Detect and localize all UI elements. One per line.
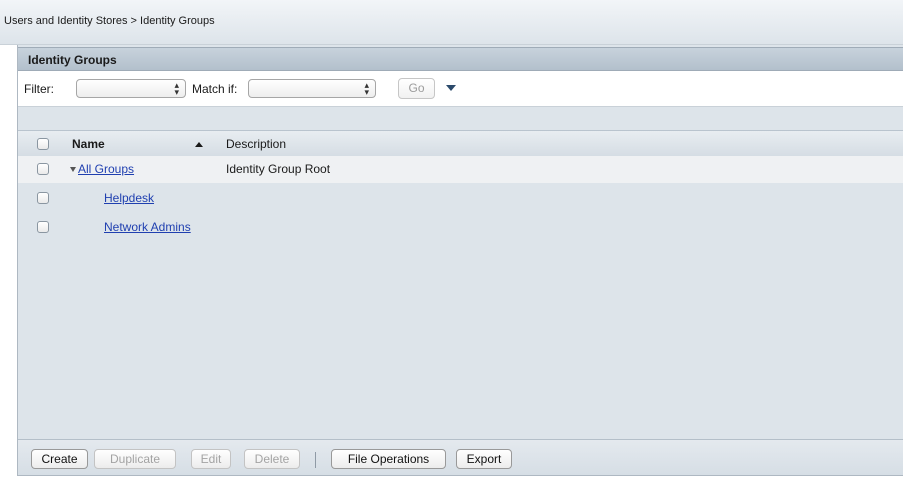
match-if-select[interactable]: ▴ ▾ [248,79,376,98]
panel-title-bar: Identity Groups [18,47,903,71]
select-all-checkbox[interactable] [37,138,49,150]
row-checkbox[interactable] [37,192,49,204]
delete-button[interactable]: Delete [244,449,300,469]
breadcrumb: Users and Identity Stores > Identity Gro… [4,15,215,27]
sort-ascending-icon[interactable] [195,142,203,147]
filter-select[interactable]: ▴ ▾ [76,79,186,98]
group-description: Identity Group Root [226,162,331,176]
create-button[interactable]: Create [31,449,88,469]
file-operations-button[interactable]: File Operations [331,449,446,469]
match-if-label: Match if: [192,82,238,96]
select-arrows-icon: ▴ ▾ [174,80,179,97]
filter-bar: Filter: ▴ ▾ Match if: ▴ ▾ Go [18,71,903,107]
group-link-network-admins[interactable]: Network Admins [104,220,191,234]
row-checkbox[interactable] [37,163,49,175]
toolbar-separator [315,452,316,468]
table-row[interactable]: All Groups Identity Group Root [18,156,903,183]
duplicate-button[interactable]: Duplicate [94,449,176,469]
table-header: Name Description [18,130,903,156]
filter-label: Filter: [24,82,54,96]
column-header-name[interactable]: Name [72,137,105,151]
row-checkbox[interactable] [37,221,49,233]
group-link-helpdesk[interactable]: Helpdesk [104,191,154,205]
edit-button[interactable]: Edit [191,449,231,469]
identity-groups-panel: Identity Groups Filter: ▴ ▾ Match if: ▴ ▾ … [17,45,903,476]
export-button[interactable]: Export [456,449,512,469]
table-row[interactable]: Helpdesk [18,185,903,212]
go-button[interactable]: Go [398,78,435,99]
table-row[interactable]: Network Admins [18,214,903,241]
panel-title: Identity Groups [28,53,117,67]
breadcrumb-bar: Users and Identity Stores > Identity Gro… [0,0,903,45]
group-link-all-groups[interactable]: All Groups [78,162,134,176]
select-arrows-icon: ▴ ▾ [364,80,369,97]
action-toolbar: Create Duplicate Edit Delete File Operat… [18,439,903,475]
column-header-description[interactable]: Description [226,137,286,151]
filter-options-dropdown-icon[interactable] [446,85,456,91]
expand-arrow-icon[interactable] [70,167,76,172]
